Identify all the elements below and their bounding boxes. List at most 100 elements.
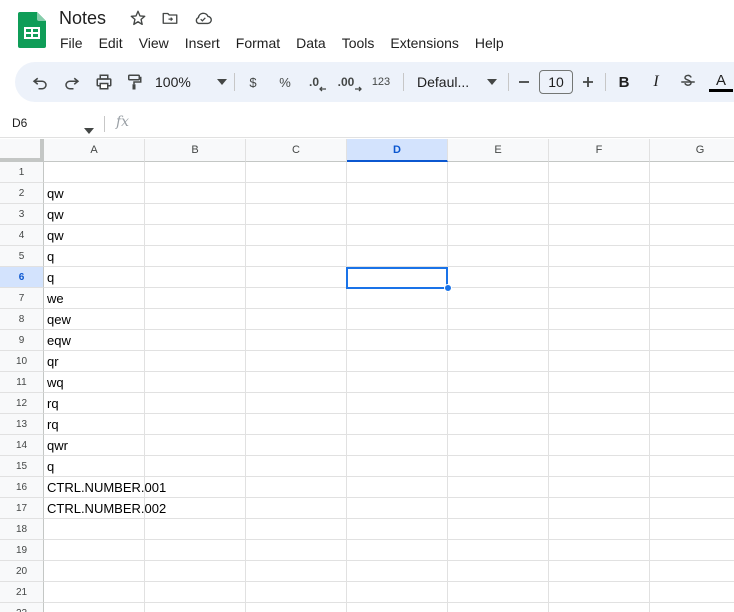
- star-icon[interactable]: [129, 9, 147, 27]
- grid-line-horizontal: [44, 245, 734, 246]
- cell-a12[interactable]: rq: [47, 393, 59, 414]
- formula-bar: D6 fx: [0, 110, 734, 138]
- decrease-decimal-button[interactable]: .0: [306, 70, 330, 94]
- row-header-12[interactable]: 12: [0, 393, 44, 414]
- sheets-logo-icon[interactable]: [18, 12, 46, 48]
- grid-line-horizontal: [44, 203, 734, 204]
- strikethrough-icon[interactable]: [678, 70, 698, 94]
- menu-bar: File Edit View Insert Format Data Tools …: [52, 34, 512, 54]
- row-header-17[interactable]: 17: [0, 498, 44, 519]
- grid-line-horizontal: [44, 308, 734, 309]
- row-header-8[interactable]: 8: [0, 309, 44, 330]
- document-title[interactable]: Notes: [59, 8, 106, 29]
- column-header-d[interactable]: D: [347, 139, 448, 162]
- menu-data[interactable]: Data: [288, 34, 334, 54]
- grid-line-vertical: [447, 162, 448, 612]
- menu-extensions[interactable]: Extensions: [382, 34, 466, 54]
- column-header-c[interactable]: C: [246, 139, 347, 162]
- column-header-f[interactable]: F: [549, 139, 650, 162]
- grid-line-horizontal: [44, 602, 734, 603]
- cell-a5[interactable]: q: [47, 246, 54, 267]
- title-bar: Notes File Edit View Insert Format Data …: [0, 0, 734, 58]
- menu-edit[interactable]: Edit: [91, 34, 131, 54]
- cloud-status-icon[interactable]: [193, 9, 212, 27]
- row-header-9[interactable]: 9: [0, 330, 44, 351]
- row-header-14[interactable]: 14: [0, 435, 44, 456]
- grid-line-horizontal: [44, 224, 734, 225]
- redo-icon[interactable]: [61, 70, 83, 94]
- row-header-20[interactable]: 20: [0, 561, 44, 582]
- row-header-5[interactable]: 5: [0, 246, 44, 267]
- cell-a16[interactable]: CTRL.NUMBER.001: [47, 477, 166, 498]
- grid-line-horizontal: [44, 434, 734, 435]
- row-header-6[interactable]: 6: [0, 267, 44, 288]
- cell-a7[interactable]: we: [47, 288, 64, 309]
- row-header-3[interactable]: 3: [0, 204, 44, 225]
- cell-a3[interactable]: qw: [47, 204, 64, 225]
- move-folder-icon[interactable]: [161, 9, 179, 27]
- undo-icon[interactable]: [29, 70, 51, 94]
- spreadsheet-grid[interactable]: A B C D E F G 1 2 qw 3 qw 4 qw 5 q 6 q 7 we 8 qew 9 eqw 10 qr 11 wq…: [0, 139, 734, 612]
- menu-tools[interactable]: Tools: [334, 34, 383, 54]
- row-header-18[interactable]: 18: [0, 519, 44, 540]
- fill-handle[interactable]: [444, 284, 452, 292]
- print-icon[interactable]: [93, 70, 115, 94]
- grid-line-vertical: [649, 162, 650, 612]
- increase-font-size-icon[interactable]: [579, 70, 597, 94]
- grid-line-horizontal: [44, 371, 734, 372]
- cell-a11[interactable]: wq: [47, 372, 64, 393]
- column-header-e[interactable]: E: [448, 139, 549, 162]
- grid-line-horizontal: [44, 560, 734, 561]
- cell-a17[interactable]: CTRL.NUMBER.002: [47, 498, 166, 519]
- currency-format-button[interactable]: $: [243, 70, 263, 94]
- toolbar-divider: [403, 73, 404, 91]
- decrease-font-size-icon[interactable]: [515, 70, 533, 94]
- cell-a4[interactable]: qw: [47, 225, 64, 246]
- row-header-16[interactable]: 16: [0, 477, 44, 498]
- active-cell-selection[interactable]: [346, 267, 448, 289]
- zoom-value: 100%: [155, 74, 191, 90]
- percent-format-button[interactable]: %: [275, 70, 295, 94]
- cell-a13[interactable]: rq: [47, 414, 59, 435]
- font-family-select[interactable]: Defaul...: [417, 70, 497, 94]
- column-header-a[interactable]: A: [44, 139, 145, 162]
- zoom-select[interactable]: 100%: [155, 70, 227, 94]
- menu-format[interactable]: Format: [228, 34, 288, 54]
- grid-line-vertical: [548, 162, 549, 612]
- number-format-button[interactable]: 123: [369, 70, 393, 94]
- row-header-21[interactable]: 21: [0, 582, 44, 603]
- row-header-11[interactable]: 11: [0, 372, 44, 393]
- row-header-13[interactable]: 13: [0, 414, 44, 435]
- row-header-10[interactable]: 10: [0, 351, 44, 372]
- italic-button[interactable]: I: [646, 70, 666, 94]
- select-all-corner[interactable]: [0, 139, 44, 162]
- column-header-g[interactable]: G: [650, 139, 734, 162]
- cell-a9[interactable]: eqw: [47, 330, 71, 351]
- menu-file[interactable]: File: [52, 34, 91, 54]
- cell-a2[interactable]: qw: [47, 183, 64, 204]
- row-header-19[interactable]: 19: [0, 540, 44, 561]
- cell-a8[interactable]: qew: [47, 309, 71, 330]
- column-header-b[interactable]: B: [145, 139, 246, 162]
- grid-line-horizontal: [44, 182, 734, 183]
- row-header-4[interactable]: 4: [0, 225, 44, 246]
- cell-a10[interactable]: qr: [47, 351, 59, 372]
- paint-format-icon[interactable]: [123, 70, 145, 94]
- font-size-input[interactable]: 10: [539, 70, 573, 94]
- cell-a6[interactable]: q: [47, 267, 54, 288]
- name-box[interactable]: D6: [12, 116, 27, 130]
- text-color-button[interactable]: A: [709, 70, 733, 94]
- bold-button[interactable]: B: [614, 70, 634, 94]
- cell-a15[interactable]: q: [47, 456, 54, 477]
- row-header-7[interactable]: 7: [0, 288, 44, 309]
- menu-view[interactable]: View: [131, 34, 177, 54]
- row-header-1[interactable]: 1: [0, 162, 44, 183]
- chevron-down-icon[interactable]: [84, 121, 94, 139]
- row-header-15[interactable]: 15: [0, 456, 44, 477]
- menu-insert[interactable]: Insert: [177, 34, 228, 54]
- menu-help[interactable]: Help: [467, 34, 512, 54]
- increase-decimal-button[interactable]: .00: [337, 70, 363, 94]
- row-header-2[interactable]: 2: [0, 183, 44, 204]
- row-header-22[interactable]: 22: [0, 603, 44, 612]
- cell-a14[interactable]: qwr: [47, 435, 68, 456]
